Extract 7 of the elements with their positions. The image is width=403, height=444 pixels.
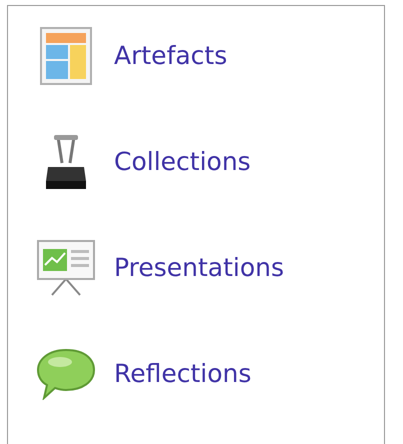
layout-icon	[40, 27, 92, 85]
speech-bubble-icon	[36, 348, 96, 400]
section-link[interactable]: Reflections	[114, 355, 252, 393]
presentation-board-icon	[36, 239, 96, 297]
section-link[interactable]: Presentations	[114, 249, 284, 287]
section-link[interactable]: Collections	[114, 143, 251, 181]
section-link[interactable]: Artefacts	[114, 37, 228, 75]
